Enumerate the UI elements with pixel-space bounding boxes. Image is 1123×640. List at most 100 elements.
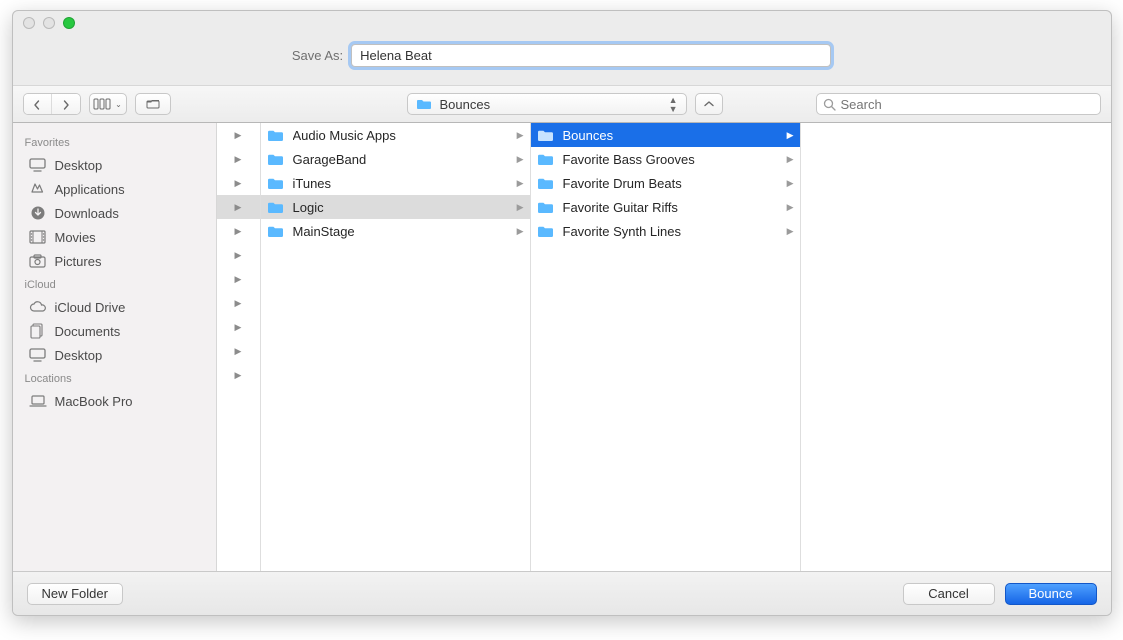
column-0[interactable]: ▶▶▶▶▶▶▶▶▶▶▶ — [217, 123, 261, 571]
parent-row[interactable]: ▶ — [217, 291, 260, 315]
folder-label: Audio Music Apps — [293, 128, 509, 143]
folder-icon — [267, 225, 285, 238]
folder-label: Favorite Guitar Riffs — [563, 200, 779, 215]
sidebar-item-documents[interactable]: Documents — [13, 319, 216, 343]
chevron-right-icon: ▶ — [517, 226, 524, 237]
updown-arrows-icon: ▲▼ — [669, 96, 678, 114]
search-input[interactable] — [841, 97, 1094, 112]
column-1[interactable]: Audio Music Apps▶GarageBand▶iTunes▶Logic… — [261, 123, 531, 571]
folder-label: Bounces — [563, 128, 779, 143]
parent-row[interactable]: ▶ — [217, 219, 260, 243]
folder-label: Favorite Drum Beats — [563, 176, 779, 191]
parent-row[interactable]: ▶ — [217, 315, 260, 339]
file-browser: FavoritesDesktopApplicationsDownloadsMov… — [13, 123, 1111, 571]
folder-icon — [267, 201, 285, 214]
sidebar-header: Locations — [13, 367, 216, 389]
chevron-right-icon: ▶ — [787, 130, 794, 141]
confirm-button[interactable]: Bounce — [1005, 583, 1097, 605]
column-3[interactable] — [801, 123, 1111, 571]
minimize-button[interactable] — [43, 17, 55, 29]
sidebar-item-label: iCloud Drive — [55, 300, 126, 315]
sidebar-header: iCloud — [13, 273, 216, 295]
applications-icon — [29, 181, 47, 197]
sidebar-item-icloud-drive[interactable]: iCloud Drive — [13, 295, 216, 319]
search-field[interactable] — [816, 93, 1101, 115]
toolbar: ⌄ Bounces ▲▼ — [13, 85, 1111, 123]
chevron-left-icon — [32, 100, 42, 110]
save-as-input[interactable] — [351, 44, 831, 67]
folder-row[interactable]: GarageBand ▶ — [261, 147, 530, 171]
folder-row[interactable]: Bounces ▶ — [531, 123, 800, 147]
save-as-row: Save As: — [13, 34, 1111, 85]
folder-row[interactable]: Favorite Bass Grooves ▶ — [531, 147, 800, 171]
path-popup-label: Bounces — [440, 97, 491, 112]
folder-row[interactable]: Favorite Drum Beats ▶ — [531, 171, 800, 195]
folder-row[interactable]: Logic▶ — [261, 195, 530, 219]
back-button[interactable] — [24, 94, 52, 115]
parent-row[interactable]: ▶ — [217, 147, 260, 171]
close-button[interactable] — [23, 17, 35, 29]
column-2[interactable]: Bounces▶Favorite Bass Grooves▶Favorite D… — [531, 123, 801, 571]
downloads-icon — [29, 205, 47, 221]
documents-icon — [29, 323, 47, 339]
folder-label: Favorite Synth Lines — [563, 224, 779, 239]
sidebar-item-label: MacBook Pro — [55, 394, 133, 409]
new-folder-button[interactable]: New Folder — [27, 583, 123, 605]
cloud-icon — [29, 301, 47, 313]
folder-row[interactable]: Favorite Guitar Riffs▶ — [531, 195, 800, 219]
zoom-button[interactable] — [63, 17, 75, 29]
desktop-icon — [29, 348, 47, 362]
columns-icon — [93, 98, 113, 110]
save-dialog: Save As: ⌄ — [12, 10, 1112, 616]
folder-icon — [537, 201, 555, 214]
sidebar-item-label: Documents — [55, 324, 121, 339]
sidebar-item-macbook-pro[interactable]: MacBook Pro — [13, 389, 216, 413]
parent-row[interactable]: ▶ — [217, 171, 260, 195]
chevron-up-icon — [704, 99, 714, 109]
forward-button[interactable] — [52, 94, 80, 115]
parent-row[interactable]: ▶ — [217, 123, 260, 147]
chevron-right-icon: ▶ — [787, 178, 794, 189]
folder-row[interactable]: MainStage▶ — [261, 219, 530, 243]
sidebar-header: Favorites — [13, 131, 216, 153]
sidebar-item-desktop[interactable]: Desktop — [13, 153, 216, 177]
sidebar-item-applications[interactable]: Applications — [13, 177, 216, 201]
sidebar-item-movies[interactable]: Movies — [13, 225, 216, 249]
save-as-label: Save As: — [292, 48, 343, 63]
parent-row[interactable]: ▶ — [217, 267, 260, 291]
chevron-right-icon: ▶ — [787, 154, 794, 165]
view-mode-button[interactable]: ⌄ — [89, 93, 127, 115]
folder-label: GarageBand — [293, 152, 509, 167]
folder-label: Logic — [293, 200, 509, 215]
folder-icon — [267, 129, 285, 142]
sidebar-item-pictures[interactable]: Pictures — [13, 249, 216, 273]
parent-row[interactable]: ▶ — [217, 363, 260, 387]
cancel-button[interactable]: Cancel — [903, 583, 995, 605]
folder-row[interactable]: iTunes ▶ — [261, 171, 530, 195]
movies-icon — [29, 230, 47, 244]
parent-row[interactable]: ▶ — [217, 195, 260, 219]
folder-row[interactable]: Audio Music Apps▶ — [261, 123, 530, 147]
folder-icon — [537, 153, 555, 166]
chevron-right-icon: ▶ — [517, 154, 524, 165]
parent-row[interactable]: ▶ — [217, 339, 260, 363]
sidebar-item-downloads[interactable]: Downloads — [13, 201, 216, 225]
sidebar-item-label: Downloads — [55, 206, 119, 221]
path-popup[interactable]: Bounces ▲▼ — [407, 93, 687, 115]
group-button[interactable] — [135, 93, 171, 115]
folder-label: Favorite Bass Grooves — [563, 152, 779, 167]
sidebar: FavoritesDesktopApplicationsDownloadsMov… — [13, 123, 217, 571]
sidebar-item-label: Movies — [55, 230, 96, 245]
chevron-right-icon: ▶ — [517, 178, 524, 189]
chevron-right-icon: ▶ — [787, 226, 794, 237]
sidebar-item-desktop[interactable]: Desktop — [13, 343, 216, 367]
folder-icon — [416, 98, 432, 110]
folder-icon — [537, 225, 555, 238]
enclosing-folder-button[interactable] — [695, 93, 723, 115]
sidebar-item-label: Pictures — [55, 254, 102, 269]
folder-row[interactable]: Favorite Synth Lines ▶ — [531, 219, 800, 243]
parent-row[interactable]: ▶ — [217, 243, 260, 267]
folder-label: iTunes — [293, 176, 509, 191]
chevron-right-icon — [61, 100, 71, 110]
column-view: ▶▶▶▶▶▶▶▶▶▶▶ Audio Music Apps▶GarageBand▶… — [217, 123, 1111, 571]
